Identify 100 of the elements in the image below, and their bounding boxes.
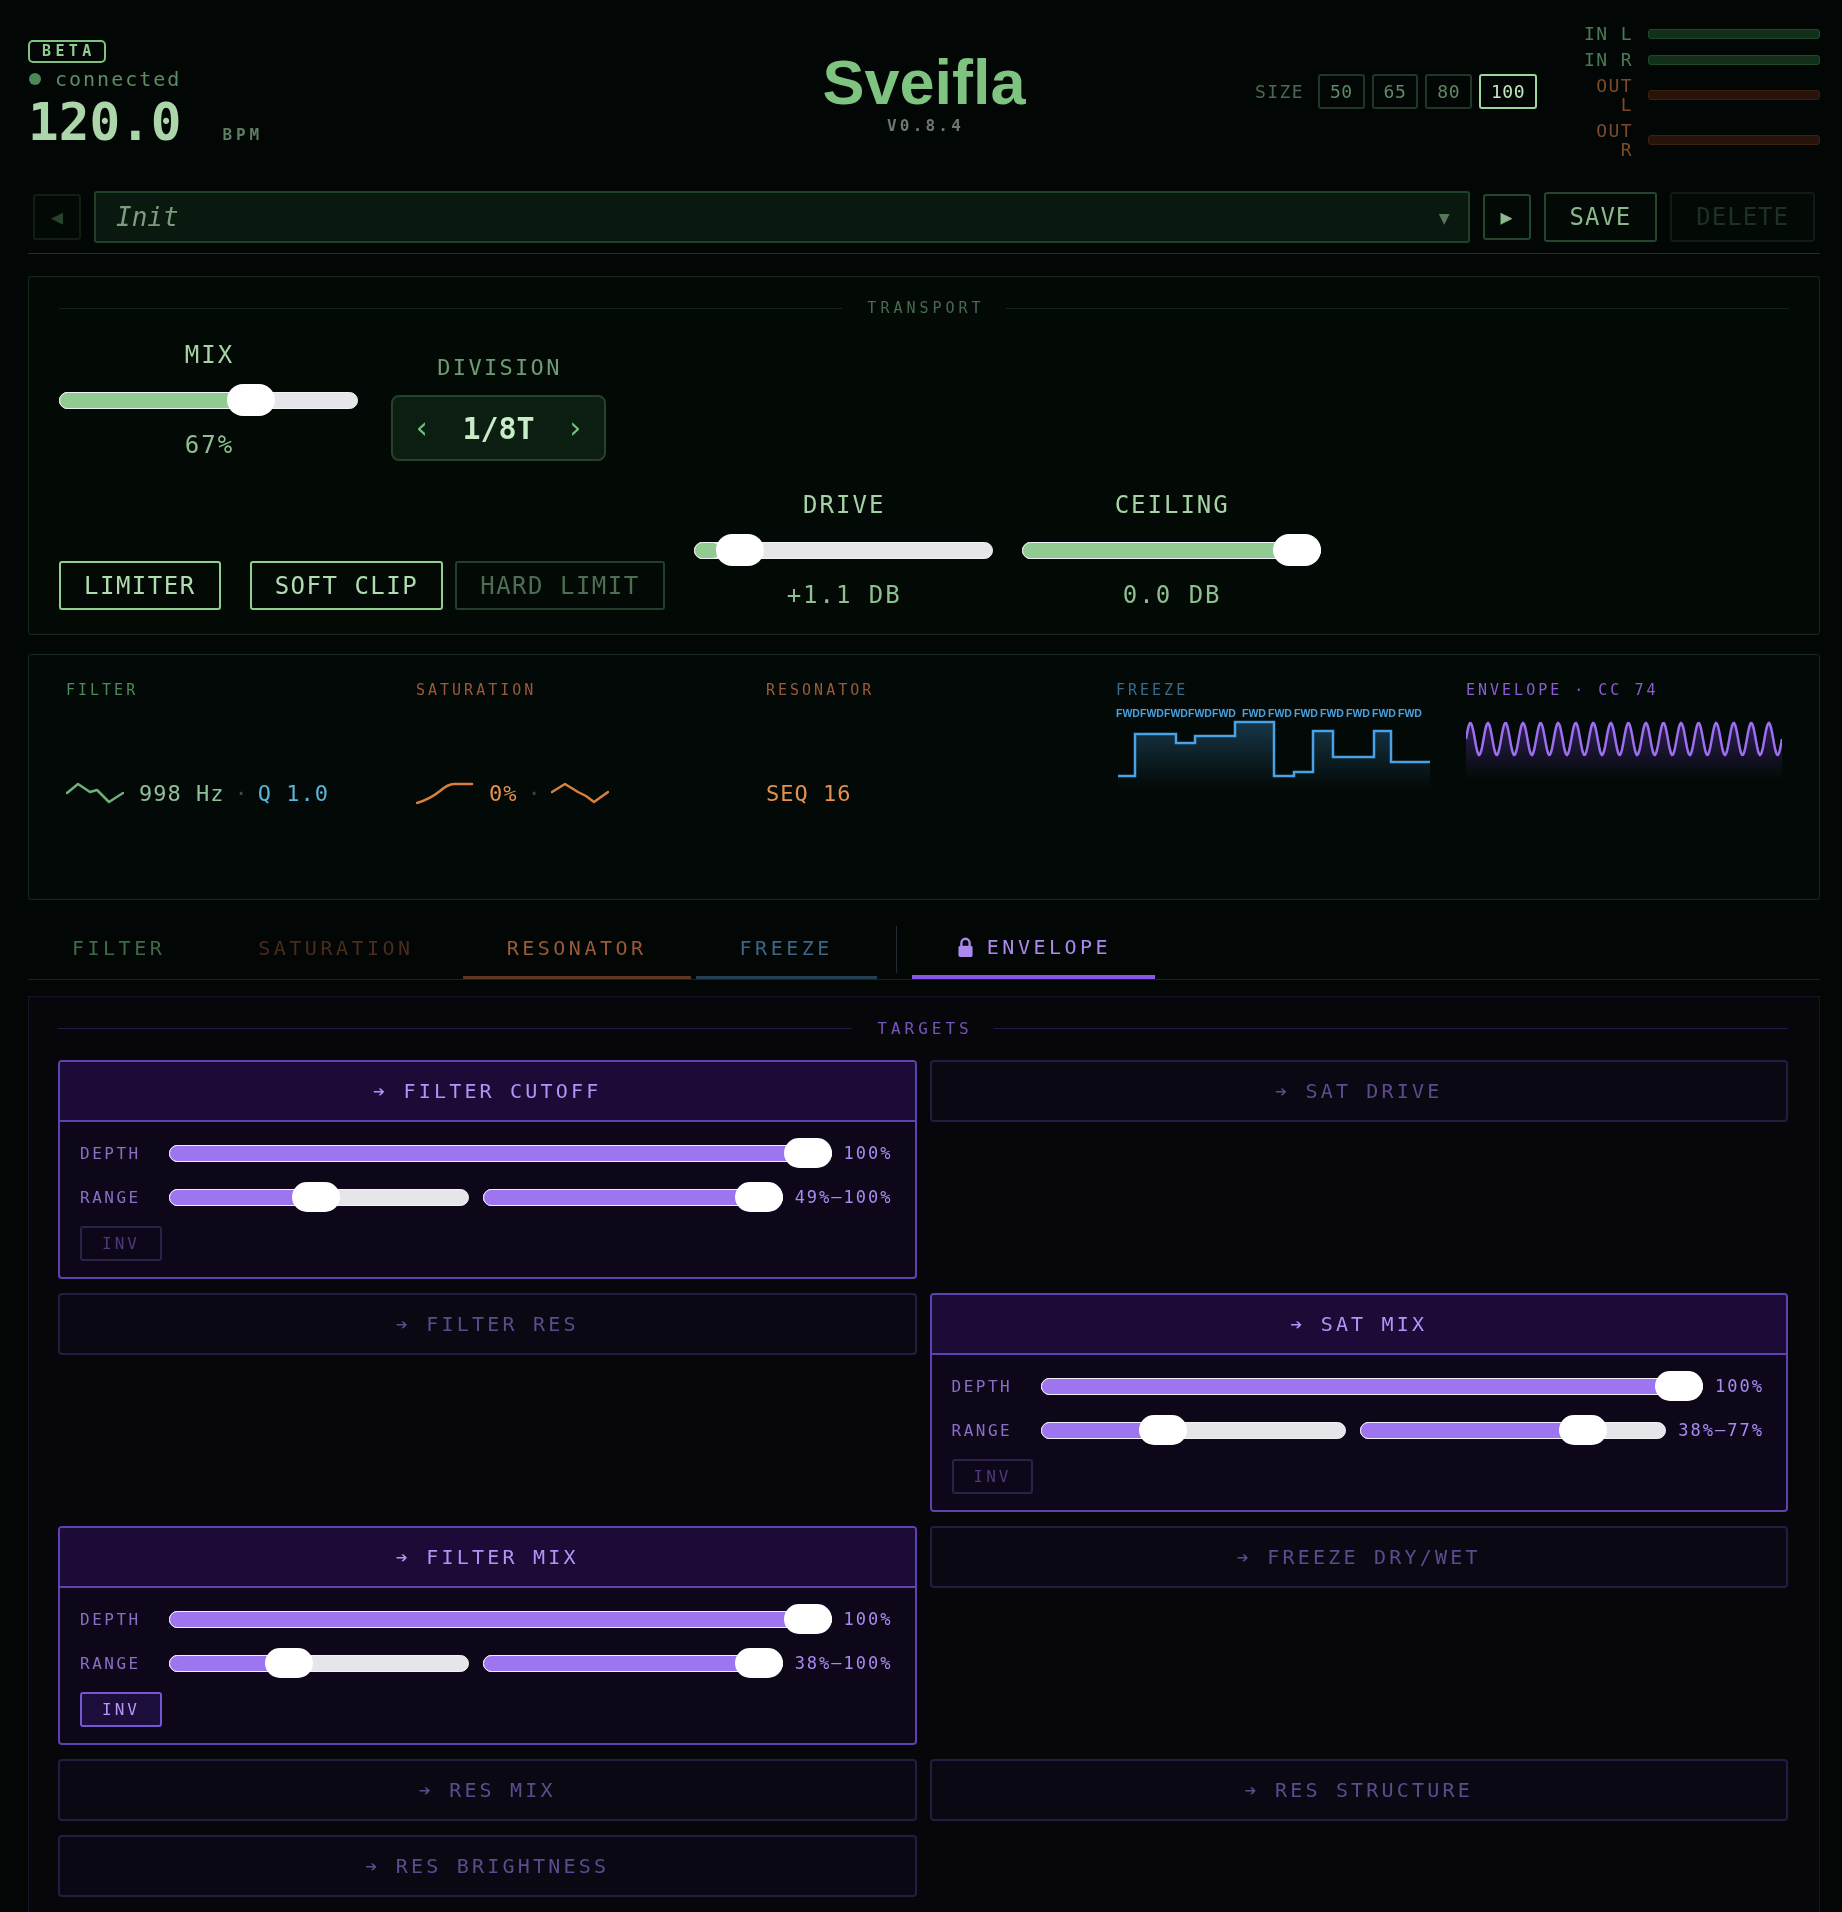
next-button[interactable]: › <box>559 408 590 448</box>
step-label: FWD <box>1294 707 1318 719</box>
mix-label: MIX <box>183 340 236 370</box>
range-slider[interactable] <box>1360 1415 1667 1445</box>
module-label: FILTER <box>66 681 140 699</box>
sequence-value: SEQ 16 <box>766 780 852 806</box>
slider-thumb[interactable] <box>734 1648 783 1678</box>
step-label: FWD <box>1140 707 1164 719</box>
section-title: TARGETS <box>876 1018 973 1038</box>
target-button[interactable]: ➔ SAT DRIVE <box>929 1060 1788 1122</box>
step-label: FWD <box>1188 707 1212 719</box>
depth-slider[interactable] <box>169 1138 832 1168</box>
depth-value: 100% <box>843 1143 893 1163</box>
slider-thumb[interactable] <box>734 1182 783 1212</box>
module-label: RESONATOR <box>766 681 876 699</box>
caret-icon: ▼ <box>1438 206 1450 228</box>
slider-thumb[interactable] <box>716 534 765 566</box>
slider-thumb[interactable] <box>227 384 276 416</box>
step-label: FWD <box>1398 707 1422 719</box>
range-value: 49%–100% <box>794 1187 893 1207</box>
range-slider[interactable] <box>169 1648 469 1678</box>
preset-dropdown[interactable]: Init ▼ <box>94 191 1470 243</box>
next-button[interactable]: ▶ <box>1482 194 1531 240</box>
wave-icon <box>550 782 609 804</box>
ceiling-label: CEILING <box>1113 490 1231 520</box>
range-slider[interactable] <box>482 1648 783 1678</box>
slider-thumb[interactable] <box>1655 1371 1704 1401</box>
slider-thumb[interactable] <box>1272 534 1321 566</box>
range-label: RANGE <box>80 1653 142 1673</box>
range-value: 38%–100% <box>794 1653 893 1673</box>
range-label: RANGE <box>80 1187 142 1207</box>
saturation-value: 0% <box>489 780 518 806</box>
target-header[interactable]: ➔ FILTER CUTOFF <box>60 1062 915 1122</box>
meter-label: OUT R <box>1595 121 1633 159</box>
size-option[interactable]: 100 <box>1479 74 1537 109</box>
drive-label: DRIVE <box>802 490 887 520</box>
drive-value: +1.1 DB <box>785 580 903 610</box>
depth-label: DEPTH <box>951 1376 1014 1396</box>
value-separator: · <box>234 780 248 806</box>
slider-thumb[interactable] <box>783 1138 832 1168</box>
slider-thumb[interactable] <box>292 1182 341 1212</box>
step-label: FWD <box>1116 707 1140 719</box>
step-label: FWD <box>1164 707 1188 719</box>
size-option[interactable]: 50 <box>1317 74 1365 109</box>
limiter-toggle[interactable]: LIMITER <box>59 561 221 610</box>
module-tab[interactable]: FREEZE <box>695 919 877 979</box>
depth-label: DEPTH <box>80 1143 142 1163</box>
section-title: TRANSPORT <box>866 299 985 317</box>
step-label: FWD <box>1268 707 1292 719</box>
mix-value: 67% <box>183 430 236 460</box>
connection-status: connected <box>55 67 182 91</box>
target-button[interactable]: ➔ FREEZE DRY/WET <box>929 1526 1788 1588</box>
size-option[interactable]: 80 <box>1425 74 1472 109</box>
clip-mode-button[interactable]: HARD LIMIT <box>455 561 665 610</box>
target-button[interactable]: ➔ FILTER RES <box>58 1293 917 1355</box>
range-slider[interactable] <box>1040 1415 1347 1445</box>
value-separator: · <box>527 780 541 806</box>
step-label: FWD <box>1320 707 1344 719</box>
version-label: V0.8.4 <box>886 117 964 135</box>
depth-label: DEPTH <box>80 1609 142 1629</box>
app-title: Sveifla <box>822 47 1026 117</box>
target-header[interactable]: ➔ FILTER MIX <box>60 1528 915 1588</box>
invert-button[interactable]: INV <box>80 1692 162 1727</box>
size-option[interactable]: 65 <box>1371 74 1419 109</box>
target-button[interactable]: ➔ RES STRUCTURE <box>929 1759 1788 1821</box>
module-label: SATURATION <box>416 681 538 699</box>
module-label: FREEZE <box>1116 681 1190 699</box>
target-button[interactable]: ➔ RES MIX <box>58 1759 917 1821</box>
depth-slider[interactable] <box>169 1604 832 1634</box>
clip-mode-button[interactable]: SOFT CLIP <box>249 561 444 610</box>
bpm-value: 120.0 <box>28 95 182 151</box>
step-label: FWD <box>1212 707 1236 719</box>
step-label: FWD <box>1242 707 1266 719</box>
range-slider[interactable] <box>482 1182 783 1212</box>
target-header[interactable]: ➔ SAT MIX <box>931 1295 1786 1355</box>
module-tab[interactable]: RESONATOR <box>462 919 691 979</box>
division-label: DIVISION <box>436 356 562 380</box>
size-label: SIZE <box>1254 81 1304 102</box>
ceiling-slider[interactable] <box>1021 534 1321 566</box>
range-label: RANGE <box>951 1420 1014 1440</box>
ceiling-value: 0.0 DB <box>1121 580 1223 610</box>
meter-label: IN R <box>1583 50 1633 69</box>
q-value: Q 1.0 <box>257 780 329 806</box>
slider-thumb[interactable] <box>783 1604 832 1634</box>
step-label: FWD <box>1372 707 1396 719</box>
meter-label: OUT L <box>1595 76 1633 114</box>
slider-thumb[interactable] <box>1138 1415 1187 1445</box>
depth-slider[interactable] <box>1040 1371 1704 1401</box>
save-button[interactable]: SAVE <box>1543 192 1658 242</box>
mix-slider[interactable] <box>59 384 358 416</box>
previous-button[interactable]: ‹ <box>407 408 438 448</box>
range-slider[interactable] <box>169 1182 469 1212</box>
slider-thumb[interactable] <box>1559 1415 1607 1445</box>
depth-value: 100% <box>1715 1376 1764 1396</box>
target-button[interactable]: ➔ RES BRIGHTNESS <box>58 1835 917 1897</box>
slider-thumb[interactable] <box>264 1648 313 1678</box>
module-tab[interactable]: FILTER <box>28 919 210 979</box>
module-tab[interactable]: ENVELOPE <box>911 919 1156 979</box>
depth-value: 100% <box>843 1609 893 1629</box>
drive-slider[interactable] <box>693 534 993 566</box>
